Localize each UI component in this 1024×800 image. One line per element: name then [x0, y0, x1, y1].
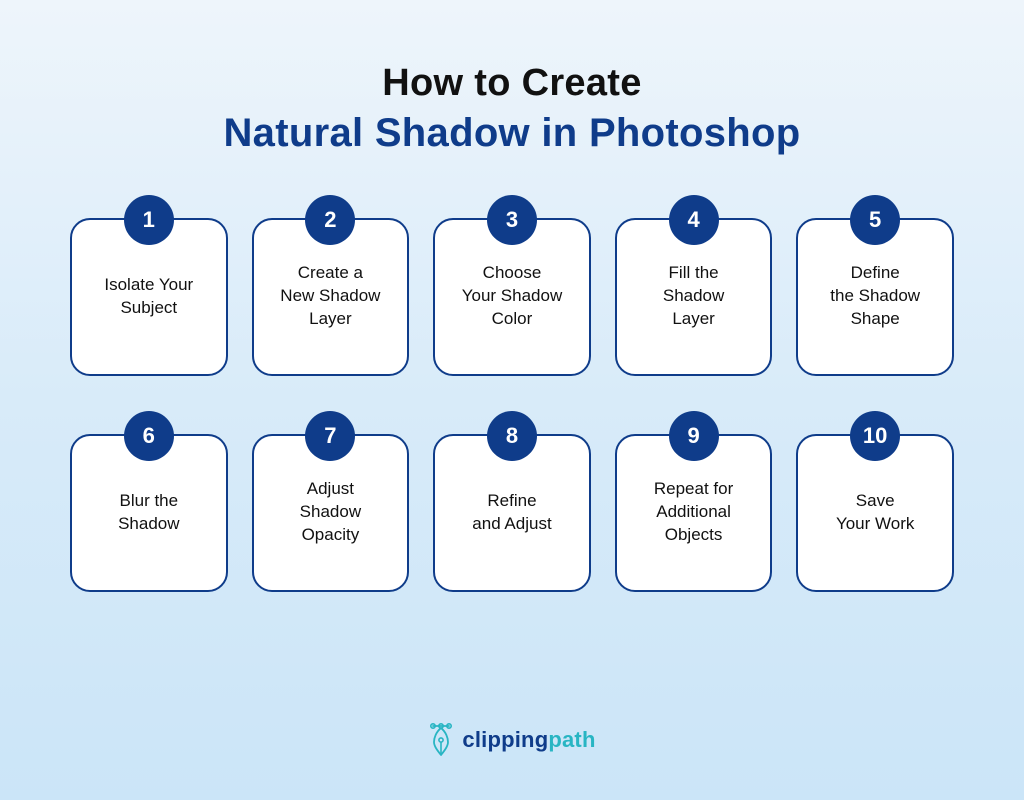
step-number-badge: 1: [124, 195, 174, 245]
step-card: 10 Save Your Work: [796, 434, 954, 592]
footer: clippingpath: [0, 722, 1024, 758]
step-number-badge: 3: [487, 195, 537, 245]
step-label: Repeat for Additional Objects: [654, 478, 733, 547]
brand-word-1: clipping: [462, 727, 548, 752]
steps-row-1: 1 Isolate Your Subject 2 Create a New Sh…: [70, 218, 954, 376]
steps-grid: 1 Isolate Your Subject 2 Create a New Sh…: [0, 188, 1024, 592]
step-number-badge: 9: [669, 411, 719, 461]
step-label: Isolate Your Subject: [104, 274, 193, 320]
steps-row-2: 6 Blur the Shadow 7 Adjust Shadow Opacit…: [70, 434, 954, 592]
step-label: Choose Your Shadow Color: [462, 262, 563, 331]
step-number-badge: 2: [305, 195, 355, 245]
step-card: 7 Adjust Shadow Opacity: [252, 434, 410, 592]
page-title: How to Create Natural Shadow in Photosho…: [0, 0, 1024, 188]
title-line-1: How to Create: [0, 60, 1024, 108]
step-number-badge: 4: [669, 195, 719, 245]
step-card: 3 Choose Your Shadow Color: [433, 218, 591, 376]
title-line-2: Natural Shadow in Photoshop: [0, 108, 1024, 158]
step-label: Adjust Shadow Opacity: [300, 478, 361, 547]
step-label: Save Your Work: [836, 490, 914, 536]
pen-tool-icon: [428, 722, 454, 758]
step-number-badge: 8: [487, 411, 537, 461]
step-number-badge: 5: [850, 195, 900, 245]
step-card: 5 Define the Shadow Shape: [796, 218, 954, 376]
step-label: Fill the Shadow Layer: [663, 262, 724, 331]
step-card: 8 Refine and Adjust: [433, 434, 591, 592]
brand-logo: clippingpath: [428, 722, 595, 758]
step-card: 1 Isolate Your Subject: [70, 218, 228, 376]
step-label: Refine and Adjust: [472, 490, 551, 536]
step-card: 4 Fill the Shadow Layer: [615, 218, 773, 376]
step-card: 6 Blur the Shadow: [70, 434, 228, 592]
brand-word-2: path: [548, 727, 595, 752]
step-number-badge: 10: [850, 411, 900, 461]
step-label: Define the Shadow Shape: [830, 262, 920, 331]
step-label: Blur the Shadow: [118, 490, 179, 536]
step-number-badge: 6: [124, 411, 174, 461]
brand-wordmark: clippingpath: [462, 727, 595, 753]
step-card: 9 Repeat for Additional Objects: [615, 434, 773, 592]
step-number-badge: 7: [305, 411, 355, 461]
step-label: Create a New Shadow Layer: [280, 262, 380, 331]
step-card: 2 Create a New Shadow Layer: [252, 218, 410, 376]
